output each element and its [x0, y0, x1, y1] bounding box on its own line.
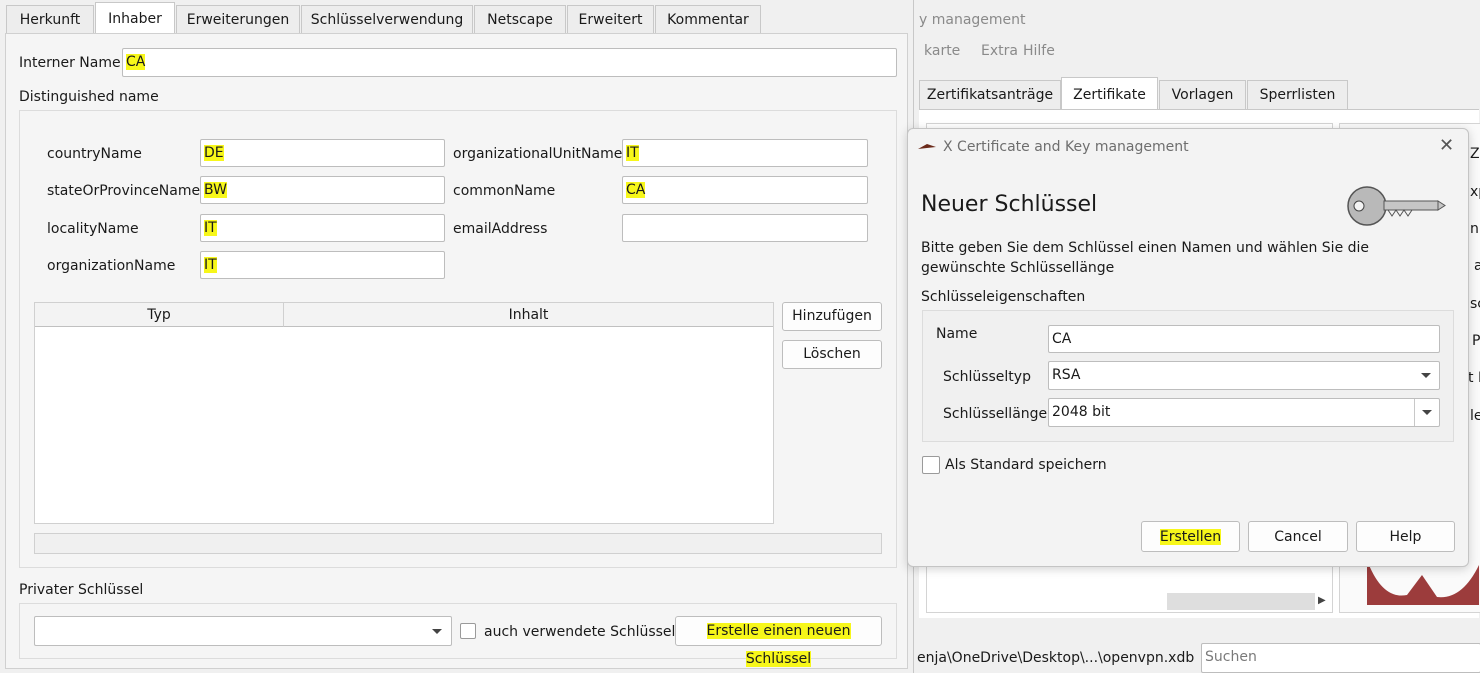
close-icon[interactable]: ✕	[1439, 135, 1454, 156]
internal-name-input[interactable]: CA	[122, 48, 897, 77]
dialog-title: X Certificate and Key management	[943, 139, 1189, 155]
org-unit-input[interactable]: IT	[622, 139, 868, 167]
organization-value: IT	[204, 257, 217, 273]
horizontal-scrollbar-thumb[interactable]	[1167, 593, 1315, 610]
country-name-value: DE	[204, 145, 224, 161]
save-as-default-label: Als Standard speichern	[945, 457, 1107, 473]
email-label: emailAddress	[453, 221, 548, 237]
column-header-typ[interactable]: Typ	[35, 303, 284, 327]
help-button[interactable]: Help	[1356, 521, 1455, 552]
delete-button[interactable]: Löschen	[782, 340, 882, 369]
common-name-label: commonName	[453, 183, 556, 199]
locality-label: localityName	[47, 221, 139, 237]
dn-heading: Distinguished name	[19, 89, 159, 105]
used-keys-label: auch verwendete Schlüssel	[484, 624, 676, 640]
create-new-key-button[interactable]: Erstelle einen neuen Schlüssel	[675, 616, 882, 667]
column-header-inhalt[interactable]: Inhalt	[284, 303, 773, 327]
subject-panel: Herkunft Inhaber Erweiterungen Schlüssel…	[0, 0, 913, 673]
scroll-right-icon[interactable]: ▶	[1318, 595, 1326, 606]
tab-vorlagen[interactable]: Vorlagen	[1159, 80, 1246, 109]
state-label: stateOrProvinceName	[47, 183, 201, 199]
side-fragment-6[interactable]: P	[1472, 333, 1480, 349]
menu-hilfe[interactable]: Hilfe	[1023, 43, 1055, 59]
internal-name-label: Interner Name	[19, 55, 121, 71]
organization-label: organizationName	[47, 258, 176, 274]
side-fragment-2[interactable]: xp	[1470, 184, 1480, 200]
side-fragment-3[interactable]: np	[1470, 221, 1480, 237]
key-type-label: Schlüsseltyp	[943, 369, 1031, 385]
menu-karte[interactable]: karte	[924, 43, 960, 59]
side-fragment-1[interactable]: Ze	[1470, 146, 1480, 162]
key-properties-heading: Schlüsseleigenschaften	[921, 289, 1086, 305]
extra-dn-table[interactable]	[34, 302, 774, 524]
chevron-down-icon[interactable]	[432, 629, 442, 634]
org-unit-value: IT	[626, 145, 639, 161]
tab-inhaber[interactable]: Inhaber	[95, 2, 175, 34]
table-horizontal-scrollbar[interactable]	[34, 533, 882, 554]
app-icon	[917, 141, 937, 153]
tab-zertifikatsantraege[interactable]: Zertifikatsanträge	[919, 80, 1061, 109]
tab-schluesselverwendung[interactable]: Schlüsselverwendung	[301, 5, 473, 33]
create-button-label: Erstellen	[1159, 529, 1222, 545]
side-fragment-5[interactable]: sc	[1470, 296, 1480, 312]
side-fragment-4[interactable]: a	[1474, 258, 1480, 274]
combobox-divider	[1414, 399, 1415, 426]
common-name-value: CA	[626, 182, 646, 198]
tab-erweiterungen[interactable]: Erweiterungen	[176, 5, 300, 33]
chevron-down-icon[interactable]	[1422, 410, 1432, 415]
country-name-label: countryName	[47, 146, 142, 162]
tab-erweitert[interactable]: Erweitert	[567, 5, 654, 33]
internal-name-value: CA	[126, 54, 146, 70]
cancel-button[interactable]: Cancel	[1248, 521, 1348, 552]
key-length-combobox[interactable]: 2048 bit	[1048, 398, 1440, 427]
key-length-label: Schlüssellänge	[943, 406, 1048, 422]
tab-sperrlisten[interactable]: Sperrlisten	[1247, 80, 1348, 109]
side-fragment-8[interactable]: le	[1470, 408, 1480, 424]
state-input[interactable]: BW	[200, 176, 445, 204]
tab-kommentar[interactable]: Kommentar	[655, 5, 761, 33]
add-button[interactable]: Hinzufügen	[782, 302, 882, 331]
dialog-description: Bitte geben Sie dem Schlüssel einen Name…	[921, 240, 1370, 276]
state-value: BW	[204, 182, 227, 198]
tab-herkunft[interactable]: Herkunft	[6, 5, 94, 33]
key-icon	[1346, 185, 1446, 227]
menu-extra[interactable]: Extra	[981, 43, 1018, 59]
dialog-heading: Neuer Schlüssel	[921, 192, 1098, 217]
country-name-input[interactable]: DE	[200, 139, 445, 167]
tab-netscape[interactable]: Netscape	[474, 5, 566, 33]
status-path: enja\OneDrive\Desktop\...\openvpn.xdb	[917, 650, 1195, 666]
search-input[interactable]: Suchen	[1201, 643, 1480, 673]
save-as-default-checkbox[interactable]	[922, 456, 940, 474]
private-key-heading: Privater Schlüssel	[19, 582, 144, 598]
create-button[interactable]: Erstellen	[1141, 521, 1240, 552]
window-title: y management	[919, 12, 1026, 28]
key-type-select[interactable]: RSA	[1048, 361, 1440, 390]
common-name-input[interactable]: CA	[622, 176, 868, 204]
side-fragment-7[interactable]: t P	[1468, 370, 1480, 386]
org-unit-label: organizationalUnitName	[453, 146, 623, 162]
chevron-down-icon[interactable]	[1421, 373, 1431, 378]
used-keys-checkbox[interactable]	[460, 623, 476, 639]
locality-value: IT	[204, 220, 217, 236]
tab-zertifikate[interactable]: Zertifikate	[1061, 77, 1158, 110]
name-label: Name	[936, 326, 978, 342]
organization-input[interactable]: IT	[200, 251, 445, 279]
email-input[interactable]	[622, 214, 868, 242]
new-key-dialog: X Certificate and Key management ✕ Neuer…	[907, 128, 1469, 567]
key-name-input[interactable]: CA	[1048, 325, 1440, 353]
locality-input[interactable]: IT	[200, 214, 445, 242]
private-key-select[interactable]	[34, 616, 452, 646]
